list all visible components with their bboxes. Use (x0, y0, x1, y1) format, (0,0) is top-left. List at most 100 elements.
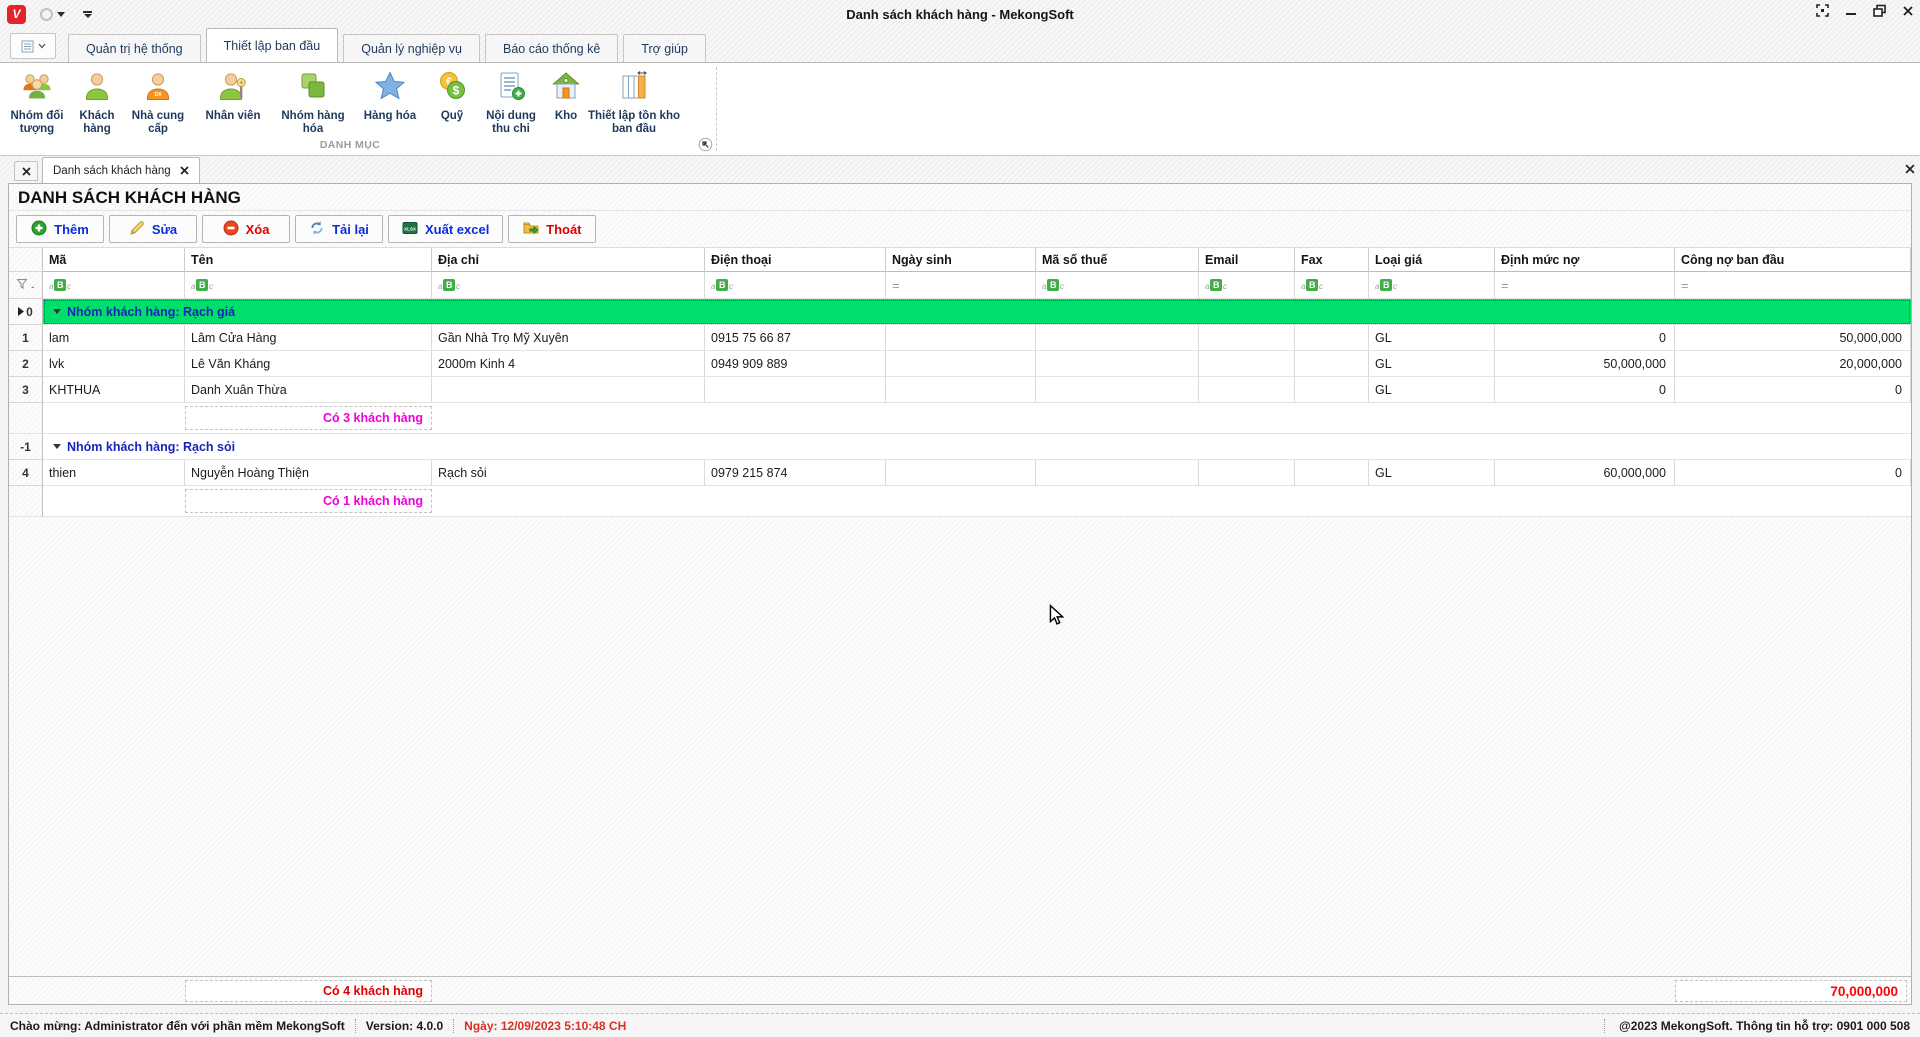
filter-cell-ten[interactable]: aBc (185, 272, 432, 299)
ribbon-item-nha-cung-cap[interactable]: DXNhà cung cấp (124, 68, 192, 136)
column-header-ma[interactable]: Mã (43, 248, 185, 272)
cell-loai-gia[interactable]: GL (1369, 377, 1495, 403)
cell-cong-no-ban-dau[interactable]: 0 (1675, 460, 1911, 486)
ribbon-item-thiet-lap-ton-kho-ban-dau[interactable]: Thiết lập tồn kho ban đầu (586, 68, 682, 136)
filter-cell-dia-chi[interactable]: aBc (432, 272, 705, 299)
cell-loai-gia[interactable]: GL (1369, 460, 1495, 486)
cell-ma[interactable]: lvk (43, 351, 185, 377)
cell-cong-no-ban-dau[interactable]: 20,000,000 (1675, 351, 1911, 377)
close-button[interactable] (1902, 5, 1914, 17)
cell-ten[interactable]: Lê Văn Kháng (185, 351, 432, 377)
column-header-fax[interactable]: Fax (1295, 248, 1369, 272)
column-header-dia-chi[interactable]: Địa chỉ (432, 248, 705, 272)
ribbon-item-kho[interactable]: Kho (546, 68, 586, 123)
ribbon-item-hang-hoa[interactable]: Hàng hóa (352, 68, 428, 123)
close-panel-button[interactable] (1905, 161, 1915, 179)
column-header-dien-thoai[interactable]: Điện thoại (705, 248, 886, 272)
filter-cell-loai-gia[interactable]: aBc (1369, 272, 1495, 299)
collapse-arrow-icon[interactable] (53, 309, 61, 314)
column-header-ma-so-thue[interactable]: Mã số thuế (1036, 248, 1199, 272)
cell-ma-so-thue[interactable] (1036, 351, 1199, 377)
ribbon-tab-tro-giup[interactable]: Trợ giúp (623, 34, 706, 62)
ribbon-tab-thiet-lap-ban-dau[interactable]: Thiết lập ban đầu (206, 28, 339, 62)
ribbon-item-quy[interactable]: €$Quỹ (428, 68, 476, 123)
xoa-button[interactable]: Xóa (202, 215, 290, 243)
cell-ten[interactable]: Danh Xuân Thừa (185, 377, 432, 403)
cell-dien-thoai[interactable]: 0915 75 66 87 (705, 325, 886, 351)
app-menu-button[interactable] (10, 33, 56, 59)
group-row[interactable]: -1Nhóm khách hàng: Rạch sỏi (9, 434, 1911, 460)
cell-email[interactable] (1199, 377, 1295, 403)
filter-cell-cong-no-ban-dau[interactable]: = (1675, 272, 1911, 299)
cell-fax[interactable] (1295, 351, 1369, 377)
cell-ten[interactable]: Nguyễn Hoàng Thiện (185, 460, 432, 486)
filter-cell-email[interactable]: aBc (1199, 272, 1295, 299)
filter-cell-dinh-muc-no[interactable]: = (1495, 272, 1675, 299)
column-header-email[interactable]: Email (1199, 248, 1295, 272)
cell-ma[interactable]: KHTHUA (43, 377, 185, 403)
cell-loai-gia[interactable]: GL (1369, 325, 1495, 351)
cell-dinh-muc-no[interactable]: 0 (1495, 325, 1675, 351)
table-row[interactable]: 4thienNguyễn Hoàng ThiệnRạch sỏi0979 215… (9, 460, 1911, 486)
cell-ngay-sinh[interactable] (886, 325, 1036, 351)
filter-cell-ma[interactable]: aBc (43, 272, 185, 299)
cell-email[interactable] (1199, 325, 1295, 351)
cell-dinh-muc-no[interactable]: 0 (1495, 377, 1675, 403)
fullscreen-button[interactable] (1816, 4, 1829, 17)
cell-dinh-muc-no[interactable]: 60,000,000 (1495, 460, 1675, 486)
cell-ten[interactable]: Lâm Cửa Hàng (185, 325, 432, 351)
xuat-excel-button[interactable]: XLSXXuất excel (388, 215, 503, 243)
cell-ngay-sinh[interactable] (886, 460, 1036, 486)
table-row[interactable]: 2lvkLê Văn Kháng2000m Kinh 40949 909 889… (9, 351, 1911, 377)
column-header-loai-gia[interactable]: Loại giá (1369, 248, 1495, 272)
table-row[interactable]: 1lamLâm Cửa HàngGần Nhà Trọ Mỹ Xuyên0915… (9, 325, 1911, 351)
column-header-dinh-muc-no[interactable]: Định mức nợ (1495, 248, 1675, 272)
cell-ma[interactable]: lam (43, 325, 185, 351)
cell-dien-thoai[interactable]: 0979 215 874 (705, 460, 886, 486)
cell-dinh-muc-no[interactable]: 50,000,000 (1495, 351, 1675, 377)
ribbon-tab-quan-ly-nghiep-vu[interactable]: Quản lý nghiệp vụ (343, 34, 480, 62)
filter-cell-fax[interactable]: aBc (1295, 272, 1369, 299)
filter-cell-dien-thoai[interactable]: aBc (705, 272, 886, 299)
sua-button[interactable]: Sửa (109, 215, 197, 243)
close-document-button[interactable] (14, 161, 38, 181)
column-header-ngay-sinh[interactable]: Ngày sinh (886, 248, 1036, 272)
column-header-cong-no-ban-dau[interactable]: Công nợ ban đầu (1675, 248, 1911, 272)
cell-fax[interactable] (1295, 377, 1369, 403)
cell-dia-chi[interactable]: Rạch sỏi (432, 460, 705, 486)
cell-dien-thoai[interactable]: 0949 909 889 (705, 351, 886, 377)
cell-loai-gia[interactable]: GL (1369, 351, 1495, 377)
collapse-arrow-icon[interactable] (53, 444, 61, 449)
minimize-button[interactable] (1845, 4, 1857, 17)
cell-ma-so-thue[interactable] (1036, 377, 1199, 403)
table-row[interactable]: 3KHTHUADanh Xuân ThừaGL00 (9, 377, 1911, 403)
cell-cong-no-ban-dau[interactable]: 0 (1675, 377, 1911, 403)
cell-dia-chi[interactable]: Gần Nhà Trọ Mỹ Xuyên (432, 325, 705, 351)
cell-ma-so-thue[interactable] (1036, 325, 1199, 351)
ribbon-item-noi-dung-thu-chi[interactable]: Nội dung thu chi (476, 68, 546, 136)
ribbon-item-khach-hang[interactable]: Khách hàng (70, 68, 124, 136)
tai-lai-button[interactable]: Tải lại (295, 215, 383, 243)
restore-button[interactable] (1873, 4, 1886, 17)
cell-dia-chi[interactable]: 2000m Kinh 4 (432, 351, 705, 377)
filter-cell-ma-so-thue[interactable]: aBc (1036, 272, 1199, 299)
ribbon-item-nhom-hang-hoa[interactable]: Nhóm hàng hóa (274, 68, 352, 136)
cell-email[interactable] (1199, 351, 1295, 377)
document-tab[interactable]: Danh sách khách hàng (42, 157, 200, 183)
cell-email[interactable] (1199, 460, 1295, 486)
cell-fax[interactable] (1295, 460, 1369, 486)
thoat-button[interactable]: Thoát (508, 215, 596, 243)
group-row[interactable]: 0Nhóm khách hàng: Rạch giá (9, 299, 1911, 325)
cell-ma[interactable]: thien (43, 460, 185, 486)
cell-ma-so-thue[interactable] (1036, 460, 1199, 486)
cell-dien-thoai[interactable] (705, 377, 886, 403)
cell-ngay-sinh[interactable] (886, 377, 1036, 403)
cell-ngay-sinh[interactable] (886, 351, 1036, 377)
filter-cell-ngay-sinh[interactable]: = (886, 272, 1036, 299)
ribbon-tab-bao-cao-thong-ke[interactable]: Báo cáo thống kê (485, 34, 618, 62)
cell-dia-chi[interactable] (432, 377, 705, 403)
ribbon-item-nhan-vien[interactable]: Nhân viên (192, 68, 274, 123)
column-header-ten[interactable]: Tên (185, 248, 432, 272)
them-button[interactable]: Thêm (16, 215, 104, 243)
dialog-launcher-button[interactable] (698, 137, 713, 157)
